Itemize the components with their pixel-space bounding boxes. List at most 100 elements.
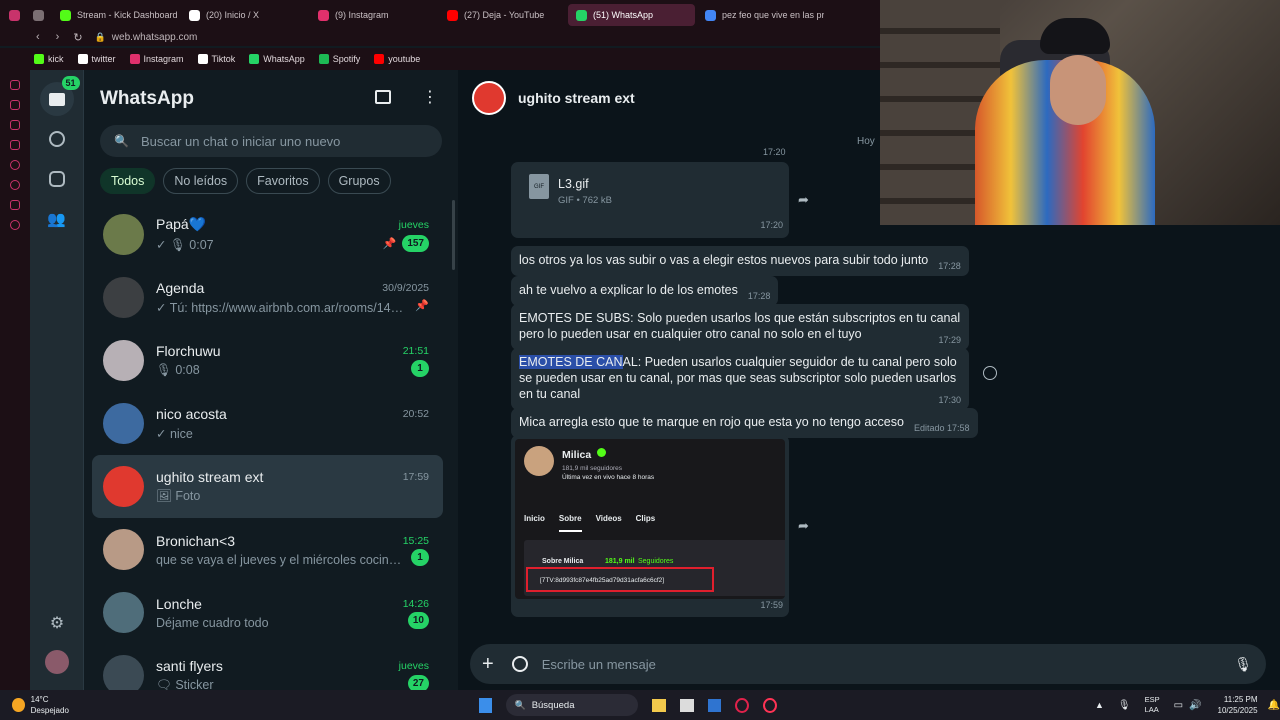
browser-tab[interactable]: pez feo que vive en las pr: [697, 4, 824, 26]
microphone-icon[interactable]: 🎙: [1234, 656, 1252, 673]
filter-chip[interactable]: Grupos: [327, 168, 391, 194]
message-bubble[interactable]: EMOTES DE CANAL: Pueden usarlos cualquie…: [511, 348, 969, 410]
channels-icon: [48, 171, 65, 187]
browser-tab[interactable]: [4, 4, 26, 26]
browser-tab-bar: Stream - Kick Dashboard (20) Inicio / X (9…: [0, 0, 880, 30]
forward-icon[interactable]: ›: [56, 31, 60, 43]
chevron-up-icon[interactable]: ▲: [1095, 700, 1104, 710]
filter-chip[interactable]: Todos: [100, 168, 156, 194]
bookmark-icon: [77, 54, 88, 64]
selected-text[interactable]: EMOTES DE CAN: [519, 355, 623, 369]
tab-favicon-icon: [189, 9, 200, 21]
taskbar-search[interactable]: 🔍 Búsqueda: [506, 694, 639, 716]
message-bubble[interactable]: Mica arregla esto que te marque en rojo …: [511, 408, 978, 438]
opera-icon[interactable]: [735, 697, 750, 713]
conversation-header[interactable]: ughito stream ext: [458, 70, 880, 125]
clock-time[interactable]: 11:25 PM: [1218, 694, 1258, 705]
back-icon[interactable]: ‹: [36, 31, 40, 43]
filter-chip[interactable]: Favoritos: [246, 168, 320, 194]
settings-icon[interactable]: [10, 220, 20, 230]
bookmark-item[interactable]: twitter: [77, 54, 116, 64]
bookmark-item[interactable]: Tiktok: [197, 54, 235, 64]
profile-avatar[interactable]: [45, 650, 69, 674]
image-message[interactable]: Milica 181,9 mil seguidores Última vez e…: [511, 435, 789, 617]
browser-tab[interactable]: (27) Deja - YouTube: [439, 4, 566, 26]
url-field[interactable]: web.whatsapp.com: [112, 32, 198, 43]
store-icon[interactable]: [679, 698, 694, 712]
message-bubble[interactable]: los otros ya los vas subir o vas a elegi…: [511, 246, 969, 276]
bookmark-label: Instagram: [143, 54, 184, 64]
contact-avatar[interactable]: [472, 80, 506, 115]
tab-title: (9) Instagram: [335, 10, 389, 20]
tab-favicon-icon: [576, 9, 587, 21]
chat-list-item[interactable]: Lonche 14:26 Déjame cuadro todo 10: [92, 581, 443, 644]
network-icon[interactable]: ▭: [1174, 700, 1183, 711]
browser-tab[interactable]: (20) Inicio / X: [181, 4, 308, 26]
chat-list-item[interactable]: Agenda 30/9/2025 ✓ Tú: https://www.airbnb.…: [92, 266, 443, 329]
browser-tab[interactable]: (51) WhatsApp: [568, 4, 695, 26]
bookmark-icon: [318, 54, 329, 64]
forward-icon[interactable]: ➦: [798, 518, 809, 534]
file-explorer-icon[interactable]: [652, 698, 666, 712]
notification-icon[interactable]: 🔔: [1268, 700, 1280, 711]
sidebar-app-icon[interactable]: [10, 200, 20, 210]
message-time: 17:28: [938, 261, 961, 271]
chat-preview: que se vaya el jueves y el miércoles coc…: [156, 552, 405, 567]
opera-gx-icon[interactable]: [763, 697, 777, 713]
settings-nav-button[interactable]: ⚙: [40, 606, 74, 640]
new-chat-icon[interactable]: [375, 90, 391, 104]
outlook-icon[interactable]: [707, 698, 722, 712]
microphone-icon[interactable]: 🎙: [1118, 700, 1131, 711]
status-nav-button[interactable]: [40, 122, 74, 156]
chat-list-item[interactable]: ughito stream ext 17:59 🖼 Foto: [92, 455, 443, 518]
bookmark-icon: [197, 54, 208, 64]
sidebar-app-icon[interactable]: [10, 80, 20, 90]
channels-nav-button[interactable]: [40, 162, 74, 196]
bookmark-item[interactable]: youtube: [374, 54, 420, 64]
tab-favicon-icon: [447, 9, 458, 21]
search-input[interactable]: 🔍 Buscar un chat o iniciar uno nuevo: [100, 125, 442, 157]
bookmark-item[interactable]: kick: [34, 54, 64, 64]
browser-tab[interactable]: (9) Instagram: [310, 4, 437, 26]
language-indicator-2: LAA: [1144, 705, 1159, 714]
tab-title: pez feo que vive en las pr: [722, 10, 824, 20]
start-icon[interactable]: [478, 697, 493, 713]
chat-list-item[interactable]: Papá💙 jueves ✓ 🎙 0:07 📌 157: [92, 203, 443, 266]
sidebar-app-icon[interactable]: [10, 120, 20, 130]
communities-nav-button[interactable]: 👥: [40, 202, 74, 236]
history-icon[interactable]: [10, 180, 20, 190]
message-input[interactable]: Escribe un mensaje: [542, 657, 1235, 672]
chat-list-item[interactable]: Florchuwu 21:51 🎙 0:08 1: [92, 329, 443, 392]
sidebar-app-icon[interactable]: [10, 100, 20, 110]
profile-last-live: Última vez en vivo hace 8 horas: [562, 474, 655, 481]
file-message[interactable]: GIF L3.gif GIF • 762 kB 17:20: [511, 162, 789, 238]
browser-tab[interactable]: [28, 4, 50, 26]
volume-icon[interactable]: 🔊: [1189, 700, 1201, 711]
sticker-icon[interactable]: [511, 656, 528, 672]
react-emoji-icon[interactable]: [983, 366, 997, 380]
forward-icon[interactable]: ➦: [798, 192, 809, 208]
message-bubble[interactable]: EMOTES DE SUBS: Solo pueden usarlos los …: [511, 304, 969, 350]
chat-list-item[interactable]: Bronichan<3 15:25 que se vaya el jueves y …: [92, 518, 443, 581]
heart-icon[interactable]: [10, 160, 20, 170]
message-input-area: + Escribe un mensaje 🎙: [470, 644, 1266, 684]
attach-icon[interactable]: +: [482, 653, 494, 676]
chats-nav-button[interactable]: 51: [39, 76, 80, 116]
scrollbar[interactable]: [452, 200, 455, 270]
browser-tab[interactable]: Stream - Kick Dashboard: [52, 4, 179, 26]
message-bubble[interactable]: ah te vuelvo a explicar lo de los emotes…: [511, 276, 779, 306]
address-bar: ‹ › ↻ 🔒 web.whatsapp.com: [0, 28, 880, 46]
profile-tabs: Inicio Sobre Videos Clips: [524, 511, 655, 532]
bookmark-item[interactable]: Instagram: [129, 54, 184, 64]
chat-list-panel: WhatsApp ⋮ 🔍 Buscar un chat o iniciar un…: [84, 70, 458, 696]
menu-icon[interactable]: ⋮: [422, 87, 438, 107]
filter-chip[interactable]: No leídos: [163, 168, 239, 194]
language-indicator[interactable]: ESP: [1145, 695, 1160, 705]
bookmark-label: Spotify: [332, 54, 361, 64]
screenshot-image[interactable]: Milica 181,9 mil seguidores Última vez e…: [515, 439, 785, 599]
sidebar-app-icon[interactable]: [10, 140, 20, 150]
bookmark-item[interactable]: WhatsApp: [249, 54, 305, 64]
bookmark-item[interactable]: Spotify: [318, 54, 361, 64]
chat-list-item[interactable]: nico acosta 20:52 ✓ nice: [92, 392, 443, 455]
reload-icon[interactable]: ↻: [73, 31, 82, 44]
